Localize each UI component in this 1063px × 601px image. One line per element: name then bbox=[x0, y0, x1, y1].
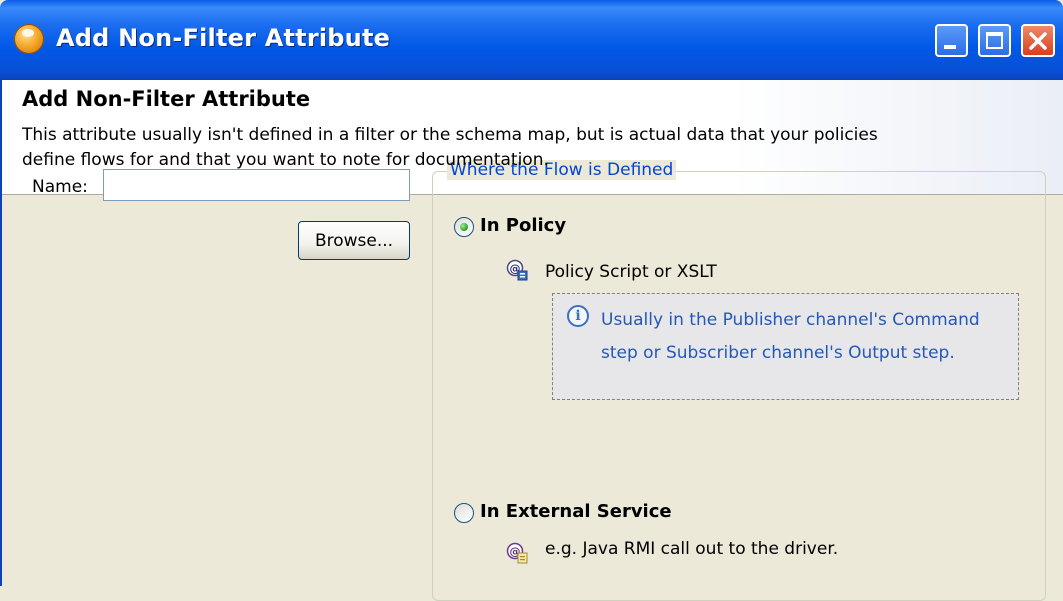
browse-button[interactable]: Browse... bbox=[298, 221, 410, 260]
minimize-icon bbox=[944, 45, 956, 49]
name-label: Name: bbox=[32, 177, 88, 197]
app-icon bbox=[14, 24, 44, 54]
in-external-service-label[interactable]: In External Service bbox=[480, 501, 672, 522]
close-icon bbox=[1029, 32, 1047, 50]
info-text: Usually in the Publisher channel's Comma… bbox=[601, 310, 980, 363]
in-policy-label[interactable]: In Policy bbox=[480, 215, 566, 236]
external-service-icon: @ bbox=[506, 542, 528, 564]
info-icon: i bbox=[567, 305, 589, 327]
in-external-service-radio[interactable] bbox=[454, 503, 474, 523]
window-border bbox=[0, 80, 2, 586]
policy-script-icon: @ bbox=[506, 259, 528, 281]
header-title: Add Non-Filter Attribute bbox=[22, 87, 311, 111]
maximize-button[interactable] bbox=[978, 24, 1011, 57]
in-policy-radio[interactable] bbox=[454, 217, 474, 237]
policy-script-text: Policy Script or XSLT bbox=[545, 262, 717, 282]
window-title: Add Non-Filter Attribute bbox=[56, 24, 391, 52]
minimize-button[interactable] bbox=[935, 24, 968, 57]
name-input[interactable] bbox=[103, 169, 410, 201]
title-bar[interactable]: Add Non-Filter Attribute bbox=[0, 0, 1063, 80]
header-description: This attribute usually isn't defined in … bbox=[22, 125, 878, 170]
external-service-text: e.g. Java RMI call out to the driver. bbox=[545, 539, 839, 559]
close-button[interactable] bbox=[1021, 24, 1055, 57]
maximize-icon bbox=[986, 32, 1003, 49]
